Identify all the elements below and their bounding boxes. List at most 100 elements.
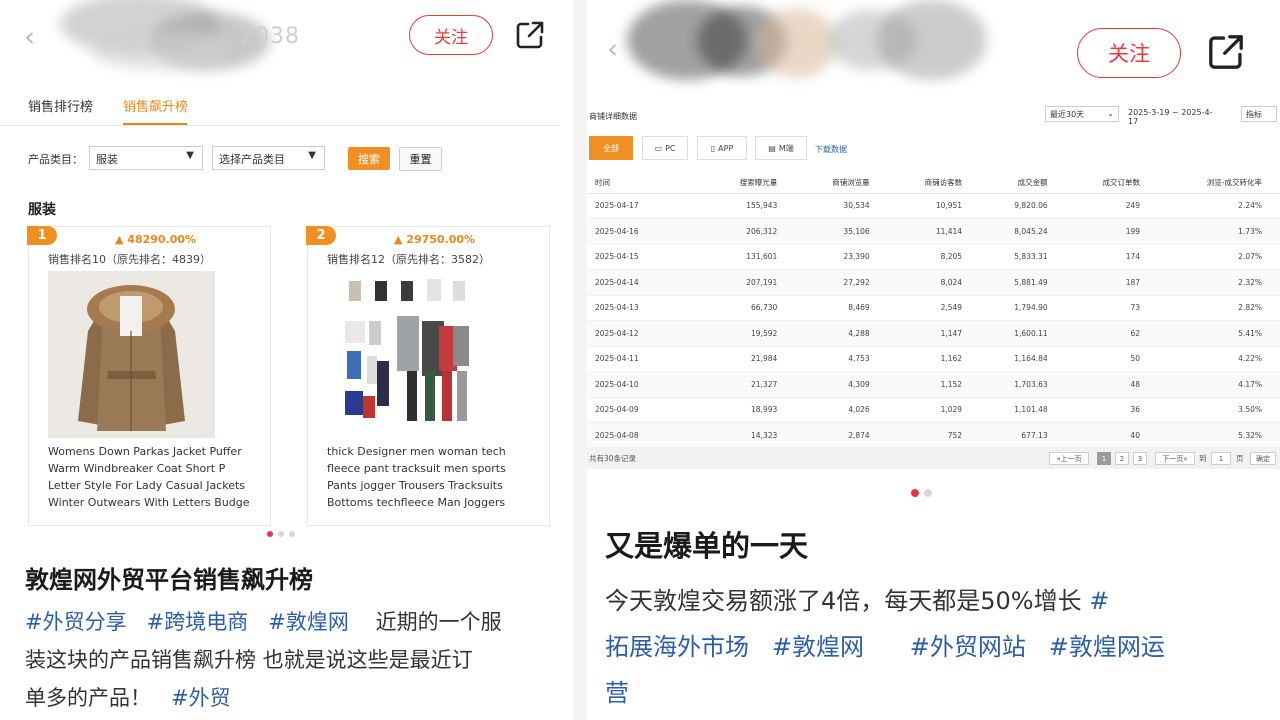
table-cell: 2025-04-15	[587, 244, 703, 270]
phone-icon: ▯	[710, 143, 716, 153]
post-text: 近期的一个服	[375, 610, 502, 634]
search-button[interactable]: 搜索	[348, 147, 390, 170]
blurred-header: ‹ 2038 关注	[0, 0, 573, 84]
hashtag-link[interactable]: #敦煌网	[772, 633, 864, 661]
up-arrow-icon: ▲	[115, 233, 128, 246]
rank-badge: 2	[306, 226, 336, 245]
growth-rate: ▲ 48290.00%	[115, 233, 197, 246]
follow-button[interactable]: 关注	[409, 15, 493, 55]
table-cell: 2025-04-09	[587, 397, 703, 423]
rank-info: 销售排名12（原先排名：3582）	[327, 253, 490, 266]
table-cell: 207,191	[702, 269, 796, 296]
date-range-input[interactable]: 2025-3-19 ~ 2025-4-17	[1124, 106, 1224, 126]
table-cell: 4,026	[795, 397, 888, 423]
table-cell: 3.50%	[1158, 397, 1280, 423]
column-header[interactable]: 商铺访客数	[887, 173, 981, 194]
table-cell: 4,288	[795, 320, 888, 347]
table-cell: 21,327	[702, 371, 796, 398]
hashtag-link[interactable]: 拓展海外市场	[605, 633, 749, 661]
table-cell: 30,534	[795, 193, 888, 219]
table-body: 2025-04-17 155,943 30,534 10,951 9,820.06 249…	[587, 193, 1280, 449]
table-cell: 11,414	[887, 218, 981, 245]
back-chevron-icon[interactable]: ‹	[24, 20, 35, 53]
table-cell: 2025-04-10	[587, 371, 703, 398]
segment-pc[interactable]: ▭ PC	[642, 136, 688, 160]
hashtag-link[interactable]: #外贸	[171, 686, 231, 710]
blurred-id: 2038	[240, 24, 300, 49]
table-cell: 4.17%	[1158, 371, 1280, 398]
table-cell: 5,881.49	[980, 269, 1066, 296]
column-header[interactable]: 商铺浏览量	[795, 173, 888, 194]
table-row: 2025-04-10 21,327 4,309 1,152 1,703.63 48 4.17…	[587, 371, 1280, 398]
carousel-dot[interactable]	[278, 531, 284, 537]
product-title[interactable]: thick Designer men woman tech fleece pan…	[327, 443, 537, 511]
table-footer: 共有30条记录 «上一页 1 2 3 下一页» 到 1 页 确定	[587, 447, 1280, 469]
page-button-3[interactable]: 3	[1133, 452, 1147, 465]
column-header[interactable]: 搜索曝光量	[702, 173, 796, 194]
table-row: 2025-04-13 66,730 8,469 2,549 1,794.90 73 2.82…	[587, 295, 1280, 321]
page-button-1[interactable]: 1	[1097, 452, 1111, 465]
product-card[interactable]: 1 ▲ 48290.00% 销售排名10（原先排名：4839） Womens D…	[27, 226, 271, 526]
range-select[interactable]: 最近30天 ⌄	[1045, 106, 1119, 122]
table-cell: 2025-04-17	[587, 193, 703, 219]
reset-button[interactable]: 重置	[399, 147, 442, 171]
carousel-dot-active[interactable]	[911, 489, 919, 497]
hashtag-link[interactable]: #外贸分享	[25, 610, 127, 634]
hashtag-link[interactable]: #敦煌网	[268, 610, 349, 634]
table-cell: 18,993	[702, 397, 796, 423]
table-cell: 8,045.24	[980, 218, 1066, 245]
table-cell: 2,549	[887, 295, 981, 321]
sub-category-select[interactable]: 选择产品类目 ▼	[212, 146, 325, 170]
table-cell: 249	[1065, 193, 1159, 219]
table-cell: 40	[1065, 422, 1159, 449]
category-select[interactable]: 服装 ▼	[89, 146, 203, 170]
table-header-row: 时间 搜索曝光量 商铺浏览量 商铺访客数 成交金额 成交订单数 浏览-成交转化率	[587, 173, 1280, 194]
download-data-link[interactable]: 下载数据	[815, 144, 847, 155]
table-cell: 4,753	[795, 346, 888, 372]
segment-mobile-web[interactable]: ▤ M端	[755, 136, 807, 160]
table-row: 2025-04-08 14,323 2,874 752 677.13 40 5.32%	[587, 422, 1280, 449]
tab-sales-rising[interactable]: 销售飙升榜	[123, 96, 188, 115]
carousel-dot-active[interactable]	[267, 531, 273, 537]
segment-all[interactable]: 全部	[589, 136, 633, 160]
column-header[interactable]: 浏览-成交转化率	[1158, 173, 1280, 194]
store-data-dashboard: 商铺详细数据 最近30天 ⌄ 2025-3-19 ~ 2025-4-17 指标 全…	[587, 103, 1280, 470]
carousel-dot[interactable]	[289, 531, 295, 537]
share-icon[interactable]	[1207, 33, 1245, 71]
hashtag-link[interactable]: #敦煌网运	[1049, 633, 1165, 661]
table-cell: 2,874	[795, 422, 888, 449]
growth-rate: ▲ 29750.00%	[394, 233, 476, 246]
column-header[interactable]: 成交金额	[980, 173, 1066, 194]
tab-sales-ranking[interactable]: 销售排行榜	[28, 96, 93, 115]
next-page-button[interactable]: 下一页»	[1155, 452, 1195, 465]
hashtag-link[interactable]: #跨境电商	[147, 610, 249, 634]
product-title[interactable]: Womens Down Parkas Jacket Puffer Warm Wi…	[48, 443, 258, 511]
page-number-input[interactable]: 1	[1211, 452, 1231, 465]
share-icon[interactable]	[515, 20, 545, 50]
prev-page-button[interactable]: «上一页	[1049, 452, 1089, 465]
column-header[interactable]: 成交订单数	[1065, 173, 1159, 194]
post-body: 今天敦煌交易额涨了4倍，每天都是50%增长 # 拓展海外市场 #敦煌网 #外贸网…	[605, 578, 1275, 716]
confirm-page-button[interactable]: 确定	[1250, 452, 1276, 465]
page-unit-label: 页	[1236, 454, 1244, 463]
table-cell: 2.82%	[1158, 295, 1280, 321]
metric-select[interactable]: 指标	[1241, 106, 1277, 122]
segment-app[interactable]: ▯ APP	[697, 136, 747, 160]
hashtag-link[interactable]: #外贸网站	[910, 633, 1026, 661]
hashtag-link[interactable]: #	[1089, 587, 1109, 615]
table-cell: 4.22%	[1158, 346, 1280, 372]
product-image-parka[interactable]	[48, 271, 215, 438]
product-card[interactable]: 2 ▲ 29750.00% 销售排名12（原先排名：3582） thick De…	[306, 226, 550, 526]
back-chevron-icon[interactable]: ‹	[607, 32, 618, 65]
table-cell: 1,101.48	[980, 397, 1066, 423]
up-arrow-icon: ▲	[394, 233, 407, 246]
post-text: 今天敦煌交易额涨了4倍，每天都是50%增长	[605, 587, 1082, 615]
column-header[interactable]: 时间	[587, 173, 703, 194]
page-button-2[interactable]: 2	[1115, 452, 1129, 465]
goto-label: 到	[1199, 454, 1207, 463]
hashtag-link[interactable]: 营	[605, 679, 629, 707]
follow-button[interactable]: 关注	[1077, 28, 1181, 78]
carousel-dot[interactable]	[924, 489, 932, 497]
product-image-tracksuits[interactable]	[327, 271, 494, 438]
table-cell: 27,292	[795, 269, 888, 296]
